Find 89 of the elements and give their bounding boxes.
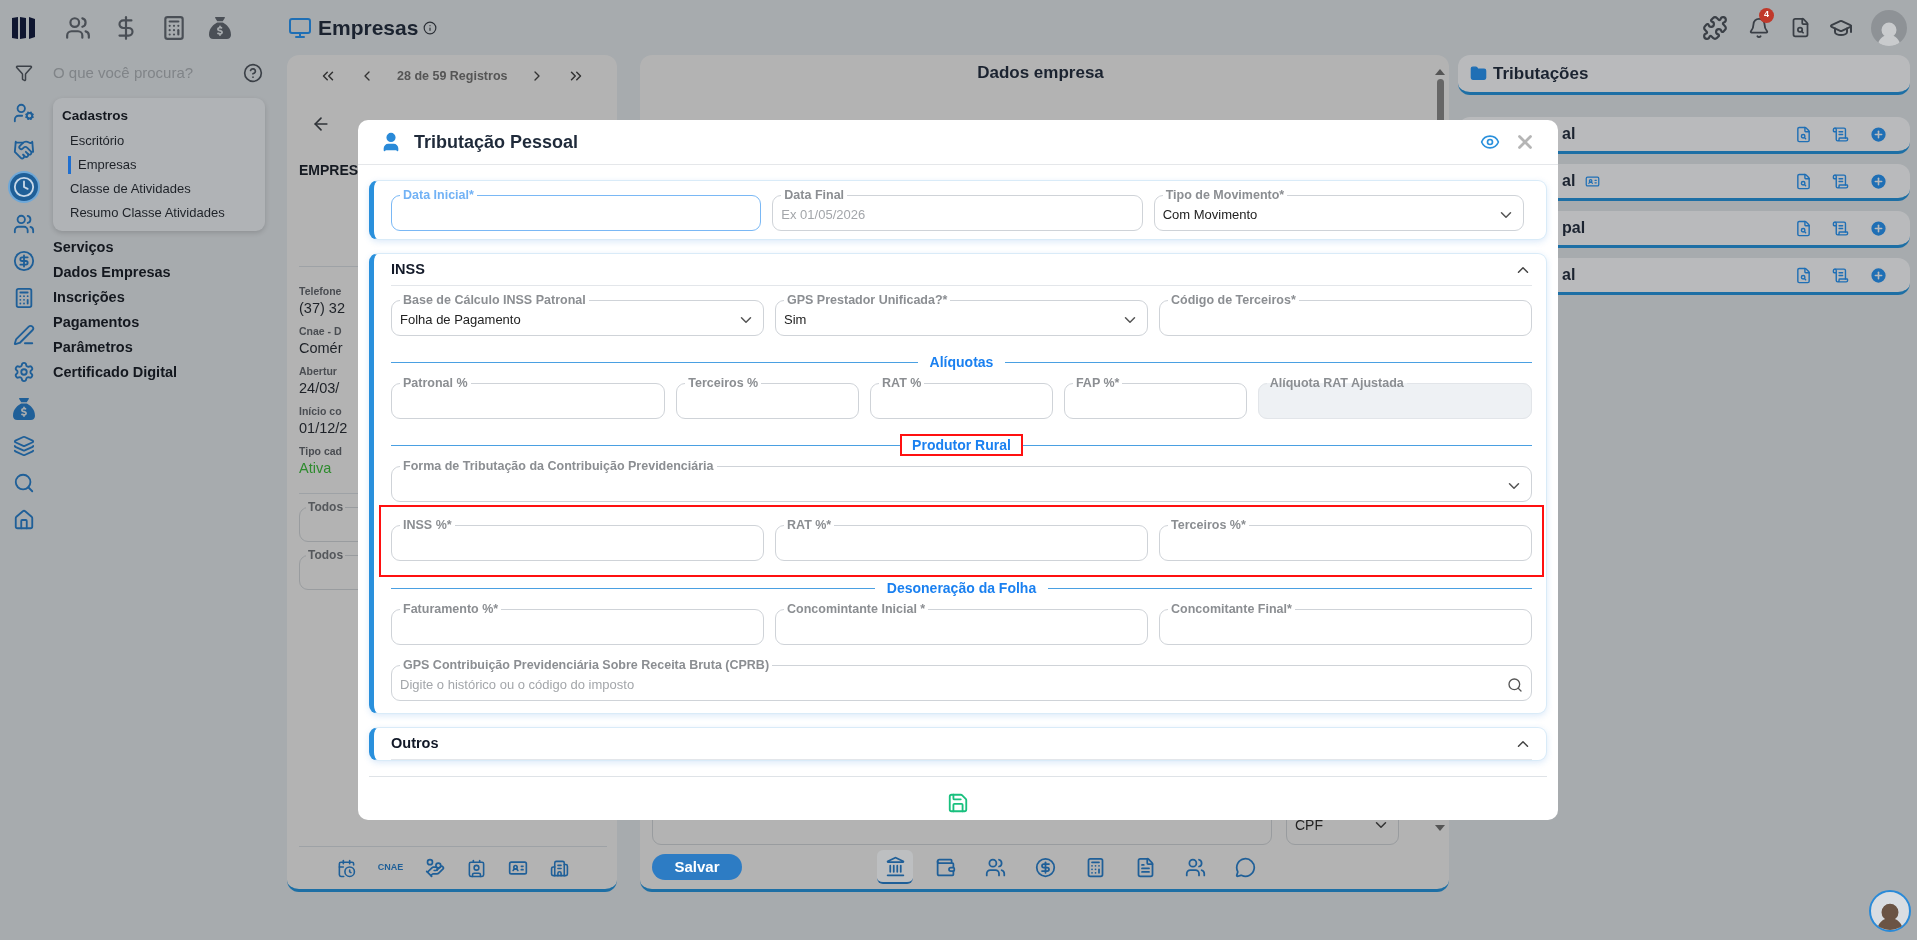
input-field[interactable]: RAT % — [870, 375, 1053, 419]
date-field[interactable]: Data Inicial* — [391, 187, 762, 231]
add-icon[interactable] — [1869, 124, 1888, 144]
list-icon[interactable] — [1832, 125, 1849, 143]
help-icon[interactable] — [243, 63, 263, 83]
date-field[interactable]: Data Final Ex 01/05/2026 — [772, 187, 1143, 231]
input-field[interactable]: Concomintante Inicial * — [775, 601, 1148, 645]
input-field[interactable]: FAP %* — [1063, 375, 1247, 419]
menu-item[interactable]: Inscrições — [53, 288, 265, 307]
section-title: INSS — [391, 259, 425, 279]
save-button[interactable]: Salvar — [652, 854, 742, 880]
bank-icon[interactable] — [877, 850, 913, 884]
input-field[interactable]: INSS %* — [391, 517, 764, 561]
select-field[interactable]: Forma de Tributação da Contribuição Previdenciária — [391, 458, 1532, 502]
add-icon[interactable] — [1869, 218, 1888, 238]
select-field[interactable]: Tipo de Movimento* Com Movimento — [1153, 187, 1524, 231]
input-field[interactable]: Patronal % — [391, 375, 666, 419]
avatar[interactable] — [1871, 9, 1907, 46]
submenu-item[interactable]: Empresas — [68, 156, 265, 175]
dialog-title: Tributação Pessoal — [414, 130, 579, 154]
folder-icon — [1470, 65, 1487, 82]
money-bag-icon[interactable] — [10, 395, 38, 423]
users-icon[interactable] — [65, 14, 91, 41]
detail-label: Tipo cad — [299, 445, 342, 458]
submenu-item[interactable]: Resumo Classe Atividades — [63, 204, 265, 223]
select-field[interactable]: Base de Cálculo INSS Patronal Folha de Pagamento — [391, 292, 764, 336]
document-search-icon[interactable] — [1795, 172, 1812, 190]
logo[interactable] — [11, 14, 37, 41]
document-search-icon[interactable] — [1795, 125, 1812, 143]
building-icon[interactable] — [550, 858, 570, 878]
detail-label: Cnae - D — [299, 325, 342, 338]
search-icon — [1507, 677, 1523, 693]
menu-item[interactable]: Certificado Digital — [53, 363, 265, 382]
section-divider-label: Desoneração da Folha — [885, 579, 1038, 598]
bell-icon[interactable] — [1748, 16, 1770, 39]
add-icon[interactable] — [1869, 265, 1888, 285]
filter-icon[interactable] — [15, 64, 33, 82]
record-title: EMPRES — [299, 161, 360, 180]
search-field[interactable]: GPS Contribuição Previdenciária Sobre Receita Bruta (CPRB) Digite o histórico ou o código do imposto — [391, 657, 1532, 701]
document-search-icon[interactable] — [1795, 266, 1812, 284]
clock-icon[interactable] — [10, 173, 38, 201]
hand-coins-icon[interactable] — [425, 858, 446, 878]
money-bag-icon[interactable] — [209, 15, 231, 40]
section-title: Outros — [391, 733, 439, 753]
calendar-icon[interactable] — [336, 858, 356, 878]
detail-value: Ativa — [299, 459, 332, 478]
detail-label: Abertur — [299, 365, 337, 378]
contact-icon[interactable] — [467, 858, 487, 878]
page-title: Empresas — [318, 14, 419, 41]
menu-item[interactable]: Pagamentos — [53, 313, 265, 332]
detail-value: (37) 32 — [299, 299, 345, 318]
detail-value: Comér — [299, 339, 343, 358]
input-field[interactable]: RAT %* — [775, 517, 1148, 561]
record-counter: 28 de 59 Registros — [397, 67, 508, 85]
list-icon[interactable] — [1832, 266, 1849, 284]
input-field[interactable]: Terceiros %* — [1159, 517, 1532, 561]
detail-value: 24/03/ — [299, 379, 340, 398]
submenu-item[interactable]: Classe de Atividades — [63, 180, 265, 199]
menu-item[interactable]: Dados Empresas — [53, 263, 265, 282]
menu-item[interactable]: Serviços — [53, 238, 265, 257]
calculator-icon[interactable] — [161, 14, 187, 41]
menu-item[interactable]: Parâmetros — [53, 338, 265, 357]
list-icon[interactable] — [1832, 219, 1849, 237]
panel-title: Dados empresa — [976, 62, 1105, 85]
detail-label: Início co — [299, 405, 342, 418]
assistant-avatar[interactable] — [1869, 890, 1911, 932]
select-field[interactable]: GPS Prestador Unificada?* Sim — [775, 292, 1148, 336]
detail-value: 01/12/2 — [299, 419, 348, 438]
eye-icon[interactable] — [1480, 132, 1500, 152]
notification-badge: 4 — [1759, 7, 1774, 23]
input-field[interactable]: Concomitante Final* — [1159, 601, 1532, 645]
monitor-icon — [288, 15, 312, 40]
input-field[interactable]: Código de Terceiros* — [1159, 292, 1532, 336]
section-divider-label: Produtor Rural — [900, 434, 1023, 456]
info-icon[interactable] — [423, 20, 438, 35]
document-search-icon[interactable] — [1795, 219, 1812, 237]
submenu-title: Cadastros — [62, 107, 130, 125]
detail-label: Telefone — [299, 285, 342, 298]
list-icon[interactable] — [1832, 172, 1849, 190]
panel-title: Tributações — [1493, 62, 1589, 85]
puzzle-icon[interactable] — [1702, 14, 1728, 41]
document-search-icon[interactable] — [1790, 17, 1811, 38]
input-field[interactable]: Terceiros % — [676, 375, 860, 419]
submenu-item[interactable]: Escritório — [63, 132, 265, 151]
input-field[interactable]: Faturamento %* — [391, 601, 764, 645]
id-card-icon[interactable] — [508, 858, 529, 878]
cnae-tab[interactable]: CNAE — [377, 861, 404, 875]
add-icon[interactable] — [1869, 171, 1888, 191]
section-divider-label: Alíquotas — [928, 353, 995, 372]
